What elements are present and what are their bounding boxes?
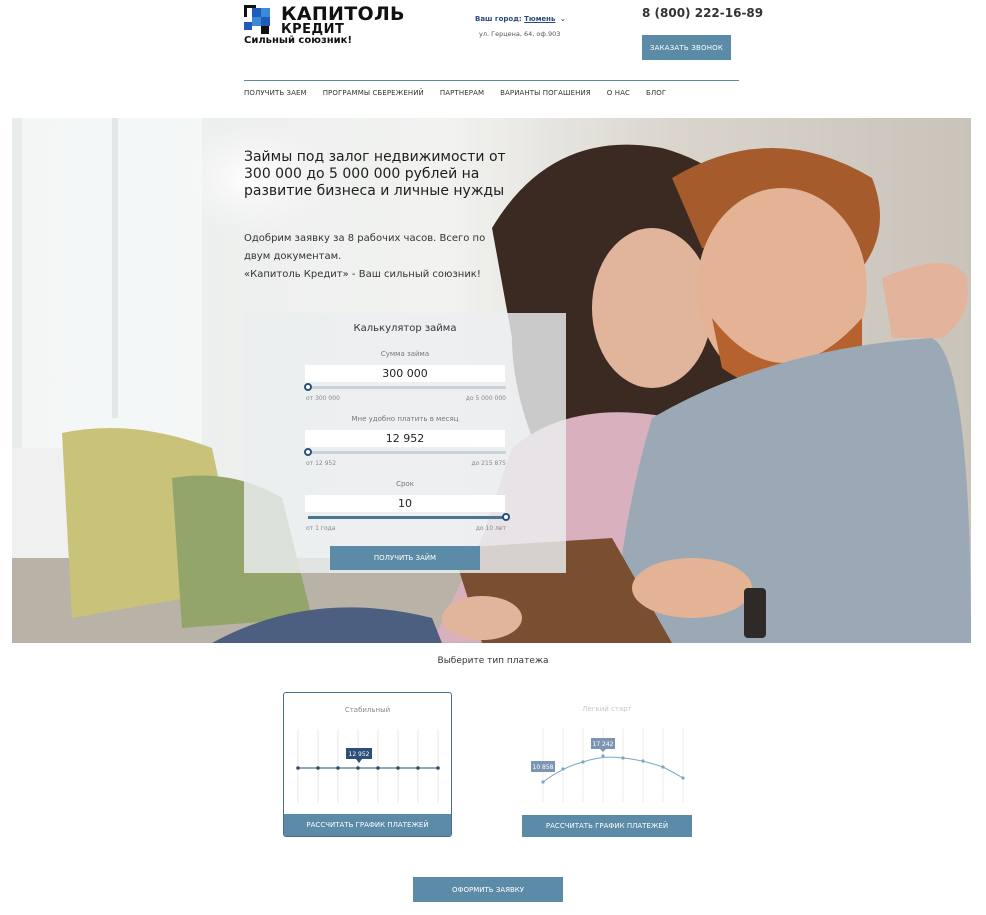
amount-input[interactable]: 300 000 (305, 365, 505, 382)
term-slider[interactable] (308, 516, 506, 519)
hero-text-line2: «Капитоль Кредит» - Ваш сильный союзник! (244, 269, 481, 280)
header-divider (244, 80, 739, 81)
light-start-chart: 10 858 17 242 (531, 728, 685, 802)
loan-calculator: Калькулятор займа Сумма займа 300 000 от… (244, 313, 566, 573)
nav-item-partners[interactable]: ПАРТНЕРАМ (440, 89, 484, 97)
city-selector[interactable]: Ваш город: Тюмень ⌄ (475, 15, 566, 23)
term-max-label: до 10 лет (475, 525, 506, 532)
monthly-max-label: до 215 875 (471, 460, 506, 467)
monthly-slider[interactable] (308, 451, 506, 454)
stable-calc-schedule-button[interactable]: РАССЧИТАТЬ ГРАФИК ПЛАТЕЖЕЙ (284, 814, 451, 836)
chevron-down-icon[interactable]: ⌄ (560, 15, 566, 23)
nav-item-savings[interactable]: ПРОГРАММЫ СБЕРЕЖЕНИЙ (323, 89, 424, 97)
nav-item-repayment[interactable]: ВАРИАНТЫ ПОГАШЕНИЯ (500, 89, 591, 97)
city-label: Ваш город: (475, 15, 522, 23)
city-link[interactable]: Тюмень (524, 15, 555, 23)
amount-max-label: до 5 000 000 (465, 395, 506, 402)
monthly-min-label: от 12 952 (306, 460, 337, 467)
payment-card-stable[interactable]: Стабильный 12 952 РАССЧИТАТЬ ГРАФИК ПЛАТ… (283, 692, 452, 837)
amount-slider-handle[interactable] (304, 383, 312, 391)
hero-text-line1: Одобрим заявку за 8 рабочих часов. Всего… (244, 233, 486, 262)
get-loan-button[interactable]: ПОЛУЧИТЬ ЗАЙМ (330, 546, 480, 570)
monthly-label: Мне удобно платить в месяц (351, 415, 459, 423)
monthly-slider-handle[interactable] (304, 448, 312, 456)
main-nav: ПОЛУЧИТЬ ЗАЕМ ПРОГРАММЫ СБЕРЕЖЕНИЙ ПАРТН… (244, 89, 682, 97)
apply-button[interactable]: ОФОРМИТЬ ЗАЯВКУ (413, 877, 563, 902)
logo-slogan: Сильный союзник! (244, 35, 353, 46)
nav-item-about[interactable]: О НАС (607, 89, 630, 97)
hero-text: Одобрим заявку за 8 рабочих часов. Всего… (244, 230, 504, 284)
calculator-title: Калькулятор займа (353, 323, 457, 334)
payment-card-light-start[interactable]: Легкий старт 10 858 17 242 РАССЧИТАТЬ ГР… (522, 692, 692, 837)
amount-label: Сумма займа (380, 350, 430, 358)
light-tooltip-peak: 17 242 (593, 741, 614, 748)
term-label: Срок (396, 480, 414, 488)
stable-chart: 12 952 (296, 729, 440, 803)
term-input[interactable]: 10 (305, 495, 505, 512)
phone-number[interactable]: 8 (800) 222-16-89 (642, 6, 763, 20)
amount-min-label: от 300 000 (306, 395, 340, 402)
payment-type-heading: Выберите тип платежа (437, 656, 549, 666)
monthly-input[interactable]: 12 952 (305, 430, 505, 447)
nav-item-get-loan[interactable]: ПОЛУЧИТЬ ЗАЕМ (244, 89, 307, 97)
term-slider-fill (308, 516, 506, 519)
logo-mark-icon[interactable] (244, 5, 273, 34)
nav-item-blog[interactable]: БЛОГ (646, 89, 666, 97)
amount-slider[interactable] (308, 386, 506, 389)
light-calc-schedule-button[interactable]: РАССЧИТАТЬ ГРАФИК ПЛАТЕЖЕЙ (522, 815, 692, 837)
light-tooltip-start: 10 858 (533, 764, 554, 771)
callback-button[interactable]: ЗАКАЗАТЬ ЗВОНОК (642, 35, 731, 60)
hero-title: Займы под залог недвижимости от 300 000 … (244, 149, 506, 199)
stable-tooltip: 12 952 (349, 751, 370, 758)
term-slider-handle[interactable] (502, 513, 510, 521)
term-min-label: от 1 года (306, 525, 336, 532)
office-address: ул. Герцена, 64, оф.903 (479, 30, 561, 38)
